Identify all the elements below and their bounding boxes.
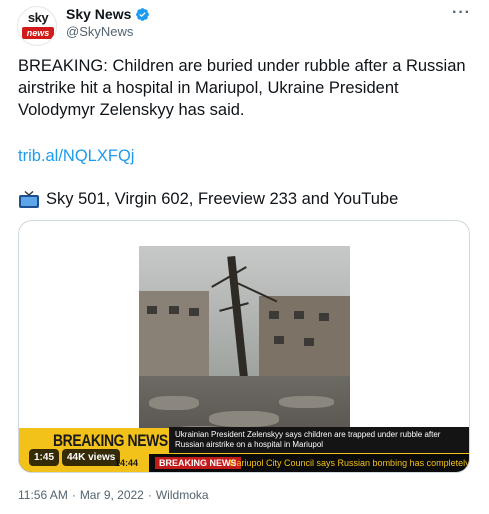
author-name[interactable]: Sky News <box>66 6 150 22</box>
meta-separator: · <box>147 488 152 502</box>
channels-line: Sky 501, Virgin 602, Freeview 233 and Yo… <box>18 190 398 209</box>
television-icon <box>19 190 39 208</box>
tweet-link[interactable]: trib.al/NQLXFQj <box>18 147 134 166</box>
author-display-name[interactable]: Sky News <box>66 6 131 22</box>
video-duration-badge: 1:45 <box>29 449 60 466</box>
tweet-date[interactable]: Mar 9, 2022 <box>80 488 144 502</box>
ticker-label: BREAKING NEWS <box>155 457 241 469</box>
avatar-sky-text: sky <box>27 10 49 25</box>
ticker-text: Mariupol City Council says Russian bombi… <box>229 458 470 468</box>
tweet-meta: 11:56 AM · Mar 9, 2022 · Wildmoka <box>18 488 209 502</box>
avatar-news-text: news <box>22 27 54 39</box>
author-handle[interactable]: @SkyNews <box>66 24 133 39</box>
channels-text: Sky 501, Virgin 602, Freeview 233 and Yo… <box>46 190 399 208</box>
tweet-source: Wildmoka <box>155 488 209 502</box>
meta-separator: · <box>71 488 76 502</box>
video-headline: Ukrainian President Zelenskyy says child… <box>169 427 469 453</box>
tweet-time[interactable]: 11:56 AM <box>18 488 68 502</box>
more-options-icon[interactable]: ··· <box>452 4 471 22</box>
video-player[interactable]: BREAKING NEWS Ukrainian President Zelens… <box>18 220 470 473</box>
video-views-badge: 44K views <box>62 449 121 466</box>
tweet-text: BREAKING: Children are buried under rubb… <box>18 57 466 119</box>
verified-badge-icon <box>136 7 150 21</box>
tweet: sky news Sky News @SkyNews ··· BREAKING:… <box>0 0 489 514</box>
breaking-news-label: BREAKING NEWS <box>53 431 168 450</box>
avatar[interactable]: sky news <box>17 6 57 46</box>
